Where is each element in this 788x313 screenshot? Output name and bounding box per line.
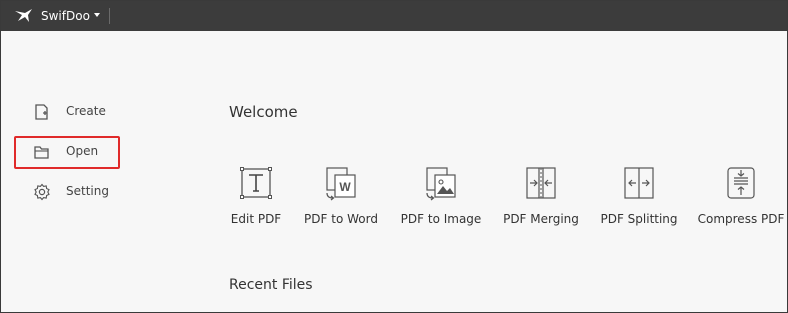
caret-down-icon[interactable]: [94, 13, 100, 17]
text-edit-icon: [240, 167, 272, 199]
app-window: SwifDoo Create Open Setting Welcome Edit…: [0, 0, 788, 313]
create-file-icon: [35, 104, 48, 120]
tool-label: PDF Merging: [503, 212, 579, 226]
tool-label: PDF Splitting: [600, 212, 678, 226]
sidebar-item-setting[interactable]: Setting: [33, 181, 133, 203]
sidebar-item-create[interactable]: Create: [33, 101, 133, 123]
title-bar: SwifDoo: [1, 1, 787, 31]
swift-bird-icon[interactable]: [14, 8, 34, 24]
sidebar-item-label: Setting: [66, 184, 109, 198]
gear-icon: [34, 183, 50, 201]
merge-icon: [526, 167, 556, 199]
tool-label: PDF to Word: [304, 212, 378, 226]
recent-files-heading: Recent Files: [229, 277, 313, 293]
split-icon: [624, 167, 654, 199]
tool-compress-pdf[interactable]: Compress PDF: [691, 163, 788, 233]
word-convert-icon: W: [326, 167, 356, 201]
app-name[interactable]: SwifDoo: [41, 9, 90, 23]
tool-pdf-to-word[interactable]: W PDF to Word: [291, 163, 391, 233]
image-convert-icon: [426, 167, 456, 201]
highlight-box: [14, 136, 120, 169]
title-divider: [109, 8, 110, 24]
sidebar-item-label: Create: [66, 104, 106, 118]
tool-pdf-to-image[interactable]: PDF to Image: [391, 163, 491, 233]
svg-text:W: W: [339, 180, 351, 194]
compress-icon: [727, 167, 755, 199]
welcome-heading: Welcome: [229, 103, 298, 121]
tool-label: Compress PDF: [697, 212, 785, 226]
tool-label: PDF to Image: [400, 212, 482, 226]
tool-pdf-merging[interactable]: PDF Merging: [491, 163, 591, 233]
tool-pdf-splitting[interactable]: PDF Splitting: [589, 163, 689, 233]
